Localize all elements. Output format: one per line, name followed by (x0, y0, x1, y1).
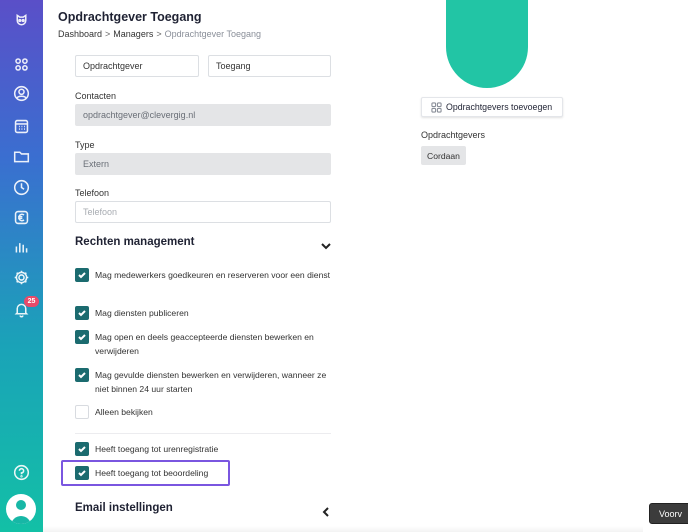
rights-option-label: Mag gevulde diensten bewerken en verwijd… (95, 370, 327, 394)
client-avatar (446, 0, 528, 88)
checkbox-checked[interactable] (75, 442, 89, 456)
client-avatar-circle (446, 0, 528, 88)
folder-icon[interactable] (11, 146, 32, 167)
gear-icon[interactable] (11, 267, 32, 288)
rights-option[interactable]: Mag diensten publiceren (75, 306, 335, 320)
bar-chart-icon[interactable] (11, 236, 32, 257)
rights-option[interactable]: Mag gevulde diensten bewerken en verwijd… (75, 368, 335, 396)
calendar-icon[interactable] (11, 116, 32, 137)
rights-option-label: Mag diensten publiceren (95, 308, 189, 318)
type-field: Extern (75, 153, 331, 175)
client-tag[interactable]: Cordaan (421, 146, 466, 165)
page-title: Opdrachtgever Toegang (58, 10, 202, 24)
avatar-head (16, 500, 26, 510)
euro-icon[interactable] (11, 207, 32, 228)
clients-label: Opdrachtgevers (421, 130, 486, 140)
user-avatar[interactable] (6, 494, 36, 524)
user-icon[interactable] (11, 83, 32, 104)
clock-icon[interactable] (11, 177, 32, 198)
contacts-field: opdrachtgever@clevergig.nl (75, 104, 331, 126)
highlight-box (61, 460, 230, 486)
checkbox-checked[interactable] (75, 306, 89, 320)
phone-field[interactable]: Telefoon (75, 201, 331, 223)
page-header: Opdrachtgever Toegang Dashboard > Managers… (43, 0, 688, 46)
last-name-field[interactable]: Toegang (208, 55, 331, 77)
sidebar: 25 (0, 0, 43, 532)
avatar-body (11, 516, 31, 524)
preview-button[interactable]: Voorv (649, 503, 688, 524)
breadcrumb-managers[interactable]: Managers (113, 29, 153, 39)
breadcrumb-separator: > (156, 29, 162, 39)
first-name-field[interactable]: Opdrachtgever (75, 55, 199, 77)
dashboard-icon[interactable] (11, 54, 32, 75)
chevron-left-icon[interactable] (321, 504, 331, 517)
phone-label: Telefoon (75, 188, 110, 198)
add-clients-button[interactable]: Opdrachtgevers toevoegen (421, 97, 563, 117)
rights-option[interactable]: Heeft toegang tot urenregistratie (75, 442, 335, 456)
breadcrumb-current: Opdrachtgever Toegang (164, 29, 261, 39)
checkbox-checked[interactable] (75, 368, 89, 382)
type-label: Type (75, 140, 95, 150)
notification-badge: 25 (24, 296, 39, 307)
checkbox-checked[interactable] (75, 330, 89, 344)
contacts-label: Contacten (75, 91, 117, 101)
grid-icon (431, 101, 442, 113)
section-divider (75, 433, 331, 434)
checkbox-unchecked[interactable] (75, 405, 89, 419)
rights-option-label: Mag open en deels geaccepteerde diensten… (95, 332, 314, 356)
bottom-fade (43, 526, 643, 532)
rights-option[interactable]: Mag medewerkers goedkeuren en reserveren… (75, 268, 335, 282)
breadcrumb-separator: > (105, 29, 111, 39)
rights-option[interactable]: Mag open en deels geaccepteerde diensten… (75, 330, 335, 358)
rights-section-title[interactable]: Rechten management (75, 236, 195, 248)
chevron-down-icon[interactable] (321, 238, 331, 250)
add-clients-label: Opdrachtgevers toevoegen (446, 102, 553, 112)
rights-option-label: Mag medewerkers goedkeuren en reserveren… (95, 270, 331, 280)
email-section-title[interactable]: Email instellingen (75, 502, 173, 514)
checkbox-checked[interactable] (75, 268, 89, 282)
breadcrumb-dashboard[interactable]: Dashboard (58, 29, 102, 39)
rights-option-label: Heeft toegang tot urenregistratie (95, 444, 219, 454)
help-icon[interactable] (11, 462, 32, 483)
rights-option-label: Alleen bekijken (95, 407, 153, 417)
breadcrumb: Dashboard > Managers > Opdrachtgever Toegang (58, 29, 261, 39)
logo-icon[interactable] (11, 10, 32, 31)
rights-option[interactable]: Alleen bekijken (75, 405, 335, 419)
